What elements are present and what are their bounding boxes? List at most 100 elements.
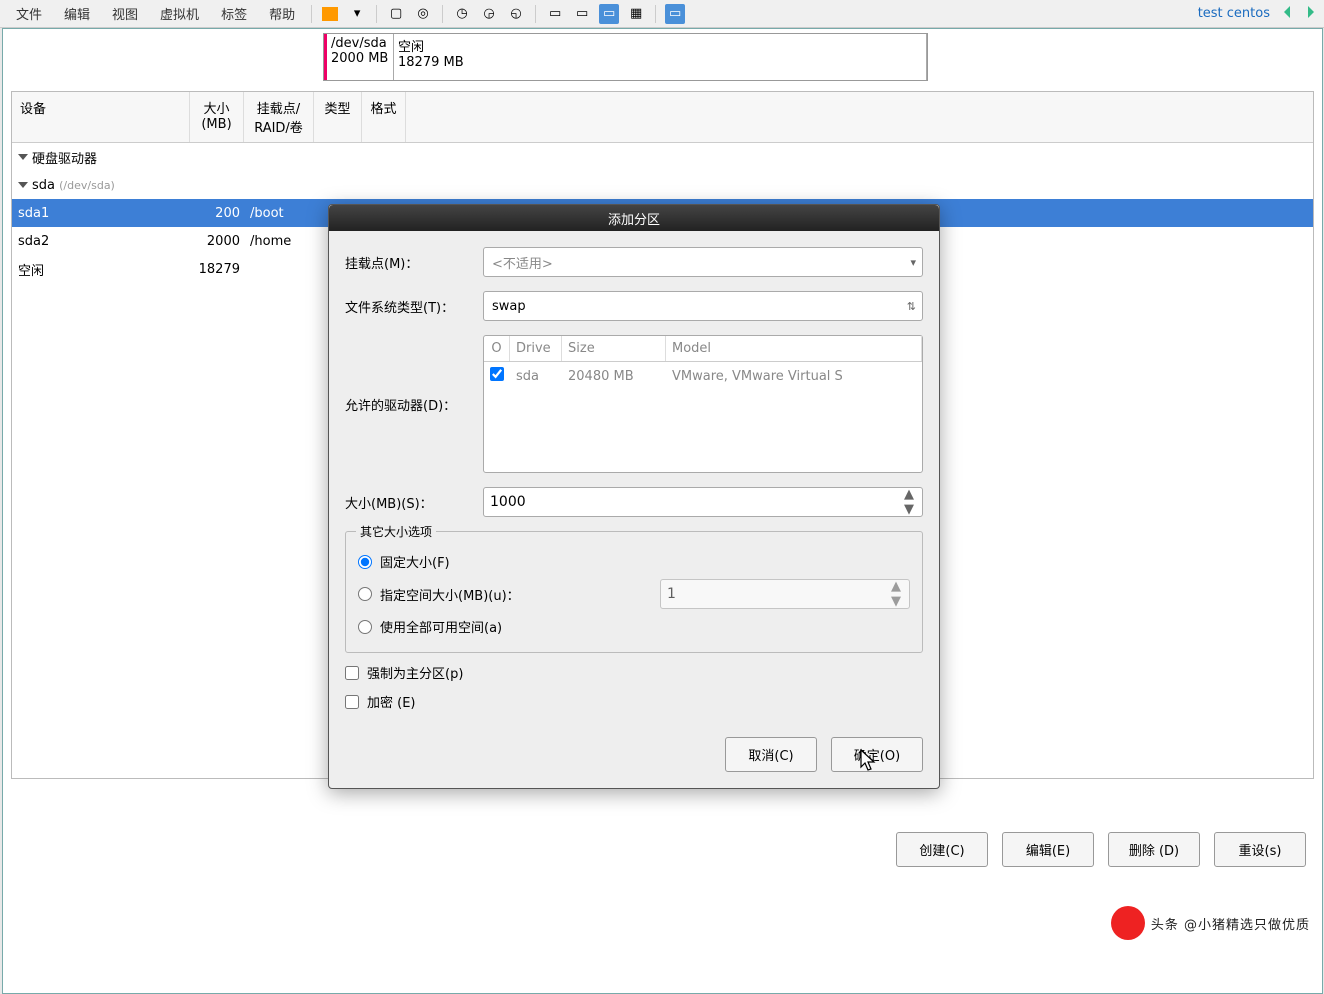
cell-mount: /home xyxy=(246,234,316,249)
create-button[interactable]: 创建(C) xyxy=(896,832,988,867)
watermark: 头条 @小猪精选只做优质 xyxy=(1111,906,1310,940)
drive-model: VMware, VMware Virtual S xyxy=(666,365,922,388)
prev-vm-icon[interactable] xyxy=(1280,4,1296,24)
camera-icon[interactable]: ◎ xyxy=(413,4,433,24)
manage-icon[interactable]: ◵ xyxy=(506,4,526,24)
drives-col-check: O xyxy=(484,336,510,361)
drives-col-drive: Drive xyxy=(510,336,562,361)
cell-device: sda1 xyxy=(18,206,192,221)
cell-mount: /boot xyxy=(246,206,316,221)
seg-devpath: /dev/sda xyxy=(331,36,389,51)
drive-checkbox[interactable] xyxy=(490,367,504,381)
menu-tabs[interactable]: 标签 xyxy=(211,1,257,26)
mount-point-combo[interactable]: <不适用> ▾ xyxy=(483,247,923,277)
force-primary-checkbox[interactable] xyxy=(345,666,359,680)
cell-size: 18279 xyxy=(192,262,246,277)
menu-view[interactable]: 视图 xyxy=(102,1,148,26)
view-unity-icon[interactable]: ▭ xyxy=(572,4,592,24)
drives-col-size: Size xyxy=(562,336,666,361)
radio-fill-all-label: 使用全部可用空间(a) xyxy=(380,617,910,636)
cell-device: 空闲 xyxy=(18,260,192,279)
col-device[interactable]: 设备 xyxy=(12,92,190,142)
cell-size: 200 xyxy=(192,206,246,221)
drive-usage-bar: /dev/sda 2000 MB 空闲 18279 MB xyxy=(323,33,928,81)
fstype-value: swap xyxy=(492,299,526,314)
menu-help[interactable]: 帮助 xyxy=(259,1,305,26)
view-multi-icon[interactable]: ▦ xyxy=(626,4,646,24)
allowable-drives-list[interactable]: O Drive Size Model sda 20480 MB VMware, … xyxy=(483,335,923,473)
watermark-text: 头条 @小猪精选只做优质 xyxy=(1151,914,1310,933)
sda-path: (/dev/sda) xyxy=(59,179,115,192)
revert-icon[interactable]: ◶ xyxy=(479,4,499,24)
col-size[interactable]: 大小 (MB) xyxy=(190,92,244,142)
drives-label: 允许的驱动器(D)： xyxy=(345,395,483,414)
view-console-icon[interactable]: ▭ xyxy=(545,4,565,24)
menu-edit[interactable]: 编辑 xyxy=(54,1,100,26)
size-spinner[interactable]: ▲▼ xyxy=(483,487,923,517)
radio-fill-all[interactable] xyxy=(358,620,372,634)
vm-name-label[interactable]: test centos xyxy=(1194,6,1274,21)
cell-device: sda2 xyxy=(18,234,192,249)
drive-name: sda xyxy=(510,365,562,388)
next-vm-icon[interactable] xyxy=(1302,4,1318,24)
size-options-fieldset: 其它大小选项 固定大小(F) 指定空间大小(MB)(u)： ▲▼ 使用全部可用空… xyxy=(345,531,923,653)
encrypt-checkbox[interactable] xyxy=(345,695,359,709)
radio-fixed[interactable] xyxy=(358,555,372,569)
expander-icon[interactable] xyxy=(18,182,28,188)
drive-seg-free: 空闲 18279 MB xyxy=(394,34,927,80)
add-partition-dialog: 添加分区 挂载点(M)： <不适用> ▾ 文件系统类型(T)： swap ⇅ 允… xyxy=(328,204,940,789)
drive-row[interactable]: sda 20480 MB VMware, VMware Virtual S xyxy=(484,362,922,390)
table-header: 设备 大小 (MB) 挂载点/ RAID/卷 类型 格式 xyxy=(12,92,1313,143)
spin-arrows-icon[interactable]: ▲▼ xyxy=(904,487,920,517)
fstype-label: 文件系统类型(T)： xyxy=(345,297,483,316)
size-label: 大小(MB)(S)： xyxy=(345,493,483,512)
fstype-combo[interactable]: swap ⇅ xyxy=(483,291,923,321)
cancel-button[interactable]: 取消(C) xyxy=(725,737,817,772)
chevron-down-icon: ▾ xyxy=(910,256,916,269)
radio-fill-up-to[interactable] xyxy=(358,587,372,601)
size-input[interactable] xyxy=(490,494,898,510)
fullscreen-icon[interactable]: ▭ xyxy=(599,4,619,24)
toolbar-icons: ▾ ▢ ◎ ◷ ◶ ◵ ▭ ▭ ▭ ▦ ▭ xyxy=(318,4,687,24)
mount-point-value: <不适用> xyxy=(492,253,553,272)
sda-label: sda xyxy=(32,178,55,193)
col-type[interactable]: 类型 xyxy=(314,92,362,142)
avatar-icon xyxy=(1111,906,1145,940)
reset-button[interactable]: 重设(s) xyxy=(1214,832,1306,867)
ok-button[interactable]: 确定(O) xyxy=(831,737,923,772)
spin-arrows-icon[interactable]: ▲▼ xyxy=(891,579,907,609)
radio-fixed-label: 固定大小(F) xyxy=(380,552,910,571)
edit-button[interactable]: 编辑(E) xyxy=(1002,832,1094,867)
seg-free-label: 空闲 xyxy=(398,36,922,55)
mount-point-label: 挂载点(M)： xyxy=(345,253,483,272)
encrypt-label: 加密 (E) xyxy=(367,692,416,711)
fill-size-spinner[interactable]: ▲▼ xyxy=(660,579,910,609)
tree-sda-row[interactable]: sda (/dev/sda) xyxy=(12,171,1313,199)
seg-size: 2000 MB xyxy=(331,51,389,66)
snapshot-icon[interactable]: ▢ xyxy=(386,4,406,24)
menu-vm[interactable]: 虚拟机 xyxy=(150,1,209,26)
dropdown-icon[interactable]: ▾ xyxy=(347,4,367,24)
col-mount[interactable]: 挂载点/ RAID/卷 xyxy=(244,92,314,142)
size-options-legend: 其它大小选项 xyxy=(356,523,436,540)
radio-fill-up-to-label: 指定空间大小(MB)(u)： xyxy=(380,585,652,604)
root-label: 硬盘驱动器 xyxy=(32,148,97,167)
pause-icon[interactable] xyxy=(320,4,340,24)
menu-file[interactable]: 文件 xyxy=(6,1,52,26)
view-window-icon[interactable]: ▭ xyxy=(665,4,685,24)
drives-header: O Drive Size Model xyxy=(484,336,922,362)
clock-icon[interactable]: ◷ xyxy=(452,4,472,24)
delete-button[interactable]: 删除 (D) xyxy=(1108,832,1200,867)
updown-icon: ⇅ xyxy=(907,300,916,313)
seg-free-size: 18279 MB xyxy=(398,55,922,70)
col-format[interactable]: 格式 xyxy=(362,92,406,142)
expander-icon[interactable] xyxy=(18,154,28,160)
cell-size: 2000 xyxy=(192,234,246,249)
tree-root-row[interactable]: 硬盘驱动器 xyxy=(12,143,1313,171)
drives-col-model: Model xyxy=(666,336,922,361)
force-primary-label: 强制为主分区(p) xyxy=(367,663,463,682)
menubar: 文件 编辑 视图 虚拟机 标签 帮助 ▾ ▢ ◎ ◷ ◶ ◵ ▭ ▭ ▭ ▦ ▭… xyxy=(0,0,1324,28)
dialog-title[interactable]: 添加分区 xyxy=(329,205,939,231)
drive-size: 20480 MB xyxy=(562,365,666,388)
fill-size-input[interactable] xyxy=(667,586,885,602)
